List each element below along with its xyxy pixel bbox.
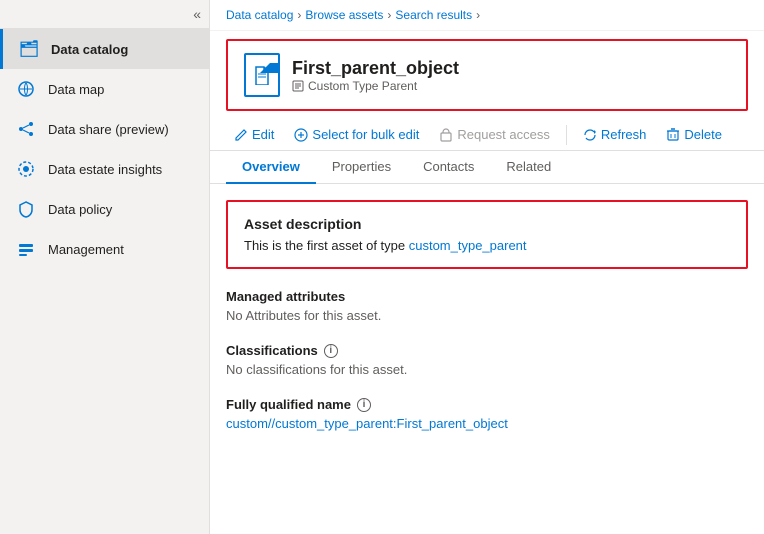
breadcrumb: Data catalog › Browse assets › Search re… bbox=[210, 0, 764, 31]
tab-properties[interactable]: Properties bbox=[316, 151, 407, 184]
data-map-icon bbox=[16, 79, 36, 99]
sidebar-item-management[interactable]: Management bbox=[0, 229, 209, 269]
tab-related[interactable]: Related bbox=[490, 151, 567, 184]
sidebar-item-label: Data share (preview) bbox=[48, 122, 169, 137]
tab-contacts[interactable]: Contacts bbox=[407, 151, 490, 184]
breadcrumb-sep-3: › bbox=[476, 8, 480, 22]
edit-button[interactable]: Edit bbox=[226, 123, 282, 146]
asset-name: First_parent_object bbox=[292, 58, 459, 79]
sidebar-item-label: Data estate insights bbox=[48, 162, 162, 177]
description-text: This is the first asset of type custom_t… bbox=[244, 238, 730, 253]
managed-attributes-section: Managed attributes No Attributes for thi… bbox=[226, 289, 748, 323]
breadcrumb-browse-assets[interactable]: Browse assets bbox=[305, 8, 383, 22]
breadcrumb-sep-2: › bbox=[387, 8, 391, 22]
data-catalog-icon: 🗂 bbox=[19, 39, 39, 59]
asset-file-icon bbox=[244, 53, 280, 97]
sidebar-item-label: Data policy bbox=[48, 202, 112, 217]
data-policy-icon bbox=[16, 199, 36, 219]
toolbar-separator bbox=[566, 125, 567, 145]
fully-qualified-name-title: Fully qualified name i bbox=[226, 397, 748, 412]
asset-title-block: First_parent_object Custom Type Parent bbox=[292, 58, 459, 93]
breadcrumb-sep-1: › bbox=[297, 8, 301, 22]
breadcrumb-search-results[interactable]: Search results bbox=[395, 8, 472, 22]
breadcrumb-data-catalog[interactable]: Data catalog bbox=[226, 8, 293, 22]
sidebar-collapse-button[interactable]: « bbox=[193, 6, 201, 22]
data-estate-icon bbox=[16, 159, 36, 179]
sidebar-item-label: Data catalog bbox=[51, 42, 128, 57]
sidebar-item-data-policy[interactable]: Data policy bbox=[0, 189, 209, 229]
refresh-button[interactable]: Refresh bbox=[575, 123, 655, 146]
classifications-title: Classifications i bbox=[226, 343, 748, 358]
classifications-section: Classifications i No classifications for… bbox=[226, 343, 748, 377]
sidebar: « 🗂 Data catalog Data map Data share (pr… bbox=[0, 0, 210, 534]
data-share-icon bbox=[16, 119, 36, 139]
managed-attributes-title: Managed attributes bbox=[226, 289, 748, 304]
asset-header: First_parent_object Custom Type Parent bbox=[226, 39, 748, 111]
sidebar-item-label: Data map bbox=[48, 82, 104, 97]
asset-description-box: Asset description This is the first asse… bbox=[226, 200, 748, 269]
sidebar-item-data-estate[interactable]: Data estate insights bbox=[0, 149, 209, 189]
fully-qualified-name-info-icon: i bbox=[357, 398, 371, 412]
content-area: Asset description This is the first asse… bbox=[210, 184, 764, 534]
managed-attributes-empty: No Attributes for this asset. bbox=[226, 308, 748, 323]
main-content: Data catalog › Browse assets › Search re… bbox=[210, 0, 764, 534]
tab-overview[interactable]: Overview bbox=[226, 151, 316, 184]
asset-type: Custom Type Parent bbox=[292, 79, 459, 93]
management-icon bbox=[16, 239, 36, 259]
sidebar-item-label: Management bbox=[48, 242, 124, 257]
sidebar-collapse-area: « bbox=[0, 0, 209, 29]
classifications-empty: No classifications for this asset. bbox=[226, 362, 748, 377]
bulk-edit-button[interactable]: Select for bulk edit bbox=[286, 123, 427, 146]
description-title: Asset description bbox=[244, 216, 730, 232]
fully-qualified-name-value: custom//custom_type_parent:First_parent_… bbox=[226, 416, 748, 431]
toolbar: Edit Select for bulk edit Request access… bbox=[210, 119, 764, 151]
description-link: custom_type_parent bbox=[409, 238, 527, 253]
sidebar-item-data-map[interactable]: Data map bbox=[0, 69, 209, 109]
sidebar-item-data-share[interactable]: Data share (preview) bbox=[0, 109, 209, 149]
delete-button[interactable]: Delete bbox=[658, 123, 730, 146]
classifications-info-icon: i bbox=[324, 344, 338, 358]
description-text-before: This is the first asset of type bbox=[244, 238, 409, 253]
request-access-button[interactable]: Request access bbox=[431, 123, 558, 146]
sidebar-item-data-catalog[interactable]: 🗂 Data catalog bbox=[0, 29, 209, 69]
fully-qualified-name-section: Fully qualified name i custom//custom_ty… bbox=[226, 397, 748, 431]
tabs: Overview Properties Contacts Related bbox=[210, 151, 764, 184]
